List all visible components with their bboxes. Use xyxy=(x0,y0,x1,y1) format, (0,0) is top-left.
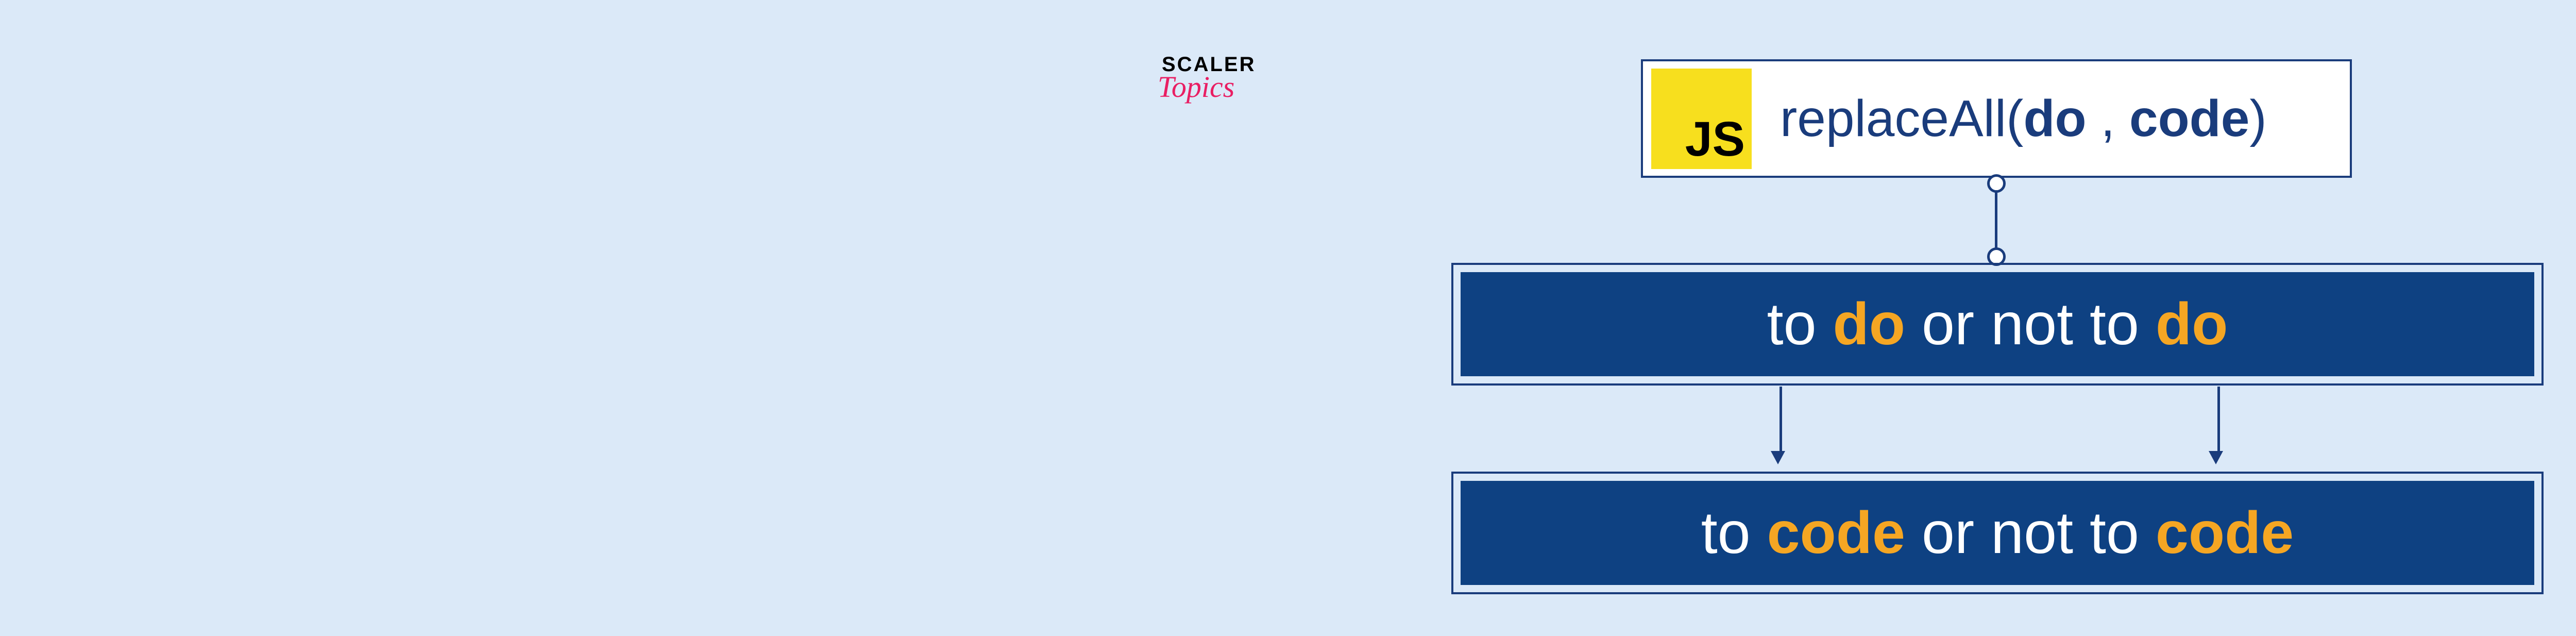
input-word1: to xyxy=(1767,291,1817,357)
input-highlight1: do xyxy=(1833,291,1906,357)
output-text-box: to code or not to code xyxy=(1461,481,2534,585)
input-text-box: to do or not to do xyxy=(1461,272,2534,376)
input-text: to do or not to do xyxy=(1462,290,2533,358)
output-highlight2: code xyxy=(2156,500,2294,566)
scaler-topics-logo: SCALER Topics xyxy=(1162,54,1256,98)
func-separator: , xyxy=(2087,90,2129,147)
function-header-box: JS replaceAll(do , code) xyxy=(1641,59,2352,178)
output-box-container: to code or not to code xyxy=(1451,472,2544,594)
output-word1: to xyxy=(1701,500,1751,566)
input-box-container: to do or not to do xyxy=(1451,263,2544,386)
function-call-text: replaceAll(do , code) xyxy=(1780,89,2267,148)
arrow-right xyxy=(2214,387,2223,464)
js-badge-text: JS xyxy=(1685,115,1745,164)
output-highlight1: code xyxy=(1767,500,1905,566)
arrow-left xyxy=(1776,387,1785,464)
output-text: to code or not to code xyxy=(1462,499,2533,567)
logo-topics-text: Topics xyxy=(1158,76,1256,98)
connector-line xyxy=(1995,191,1997,252)
js-badge: JS xyxy=(1651,69,1752,169)
output-word2: or not to xyxy=(1922,500,2139,566)
connector-circle-top xyxy=(1987,174,2006,193)
func-arg2: code xyxy=(2129,90,2249,147)
input-word2: or not to xyxy=(1922,291,2139,357)
func-name: replaceAll xyxy=(1780,90,2006,147)
func-arg1: do xyxy=(2023,90,2086,147)
input-highlight2: do xyxy=(2156,291,2228,357)
